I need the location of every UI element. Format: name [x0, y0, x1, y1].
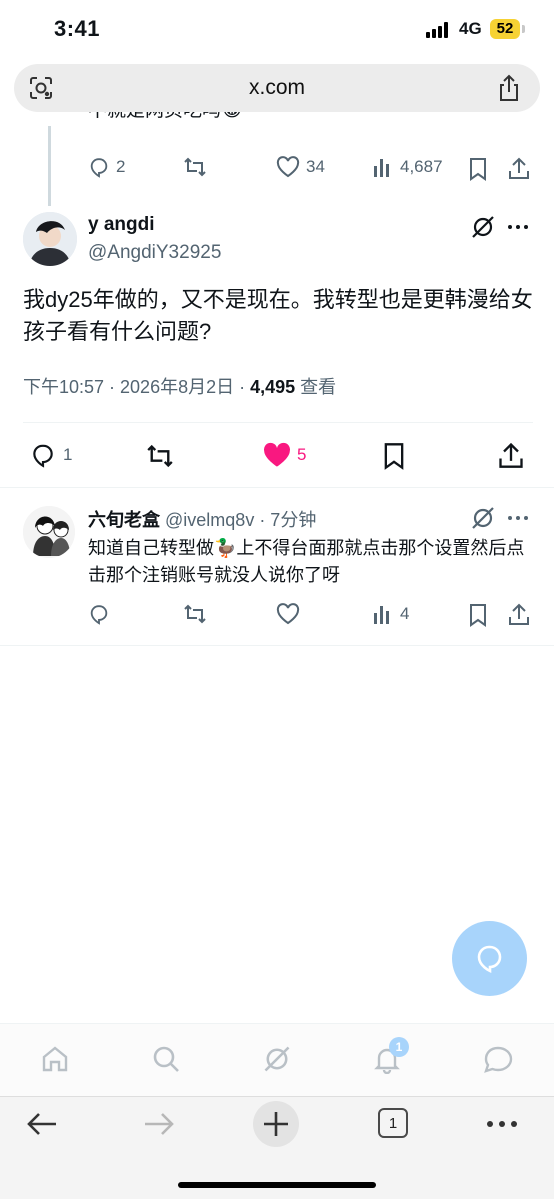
author-name[interactable]: y angdi — [88, 214, 155, 236]
network-type: 4G — [459, 19, 482, 38]
reply-icon[interactable] — [88, 603, 110, 625]
tweet-meta: 下午10:57 · 2026年8月2日 · 4,495 查看 — [23, 373, 336, 399]
avatar[interactable] — [23, 506, 75, 558]
compose-reply-button[interactable] — [452, 921, 527, 996]
retweet-icon[interactable] — [183, 603, 207, 625]
views-icon — [372, 603, 394, 625]
prev-like-count: 34 — [306, 157, 325, 176]
share-icon[interactable] — [496, 74, 522, 102]
more-icon[interactable] — [506, 215, 530, 239]
messages-icon[interactable] — [482, 1044, 514, 1074]
forward-arrow-icon[interactable] — [143, 1111, 175, 1137]
search-icon[interactable] — [151, 1044, 181, 1074]
prev-views-count: 4,687 — [400, 157, 443, 176]
share-icon[interactable] — [508, 602, 530, 626]
prev-like-button[interactable]: 34 — [276, 156, 325, 178]
home-icon[interactable] — [40, 1044, 70, 1074]
tweet-text: 我dy25年做的，又不是现在。我转型也是更韩漫给女孩子看有什么问题? — [23, 287, 533, 344]
like-count: 5 — [297, 445, 307, 464]
heart-icon — [276, 156, 300, 178]
prev-retweet-button[interactable] — [183, 156, 207, 178]
tweet-views-count: 4,495 — [250, 377, 296, 397]
reply-views-button[interactable]: 4 — [372, 603, 409, 625]
reply-icon — [88, 156, 110, 178]
prev-tweet-text[interactable]: 不就是网页吃吗😂 — [88, 112, 243, 136]
status-time: 3:41 — [54, 16, 101, 41]
prev-views-button[interactable]: 4,687 — [372, 156, 443, 178]
bookmark-icon[interactable] — [382, 442, 406, 470]
divider — [0, 645, 554, 646]
tweet-time[interactable]: 下午10:57 · 2026年8月2日 · — [23, 377, 250, 397]
reply-count: 1 — [63, 445, 73, 464]
reply-text: 知道自己转型做🦆上不得台面那就点击那个设置然后点击那个注销账号就没人说你了呀 — [88, 538, 525, 585]
address-url[interactable]: x.com — [0, 76, 554, 100]
more-icon[interactable] — [506, 506, 530, 530]
divider — [23, 422, 533, 423]
bookmark-icon[interactable] — [468, 603, 488, 627]
notification-badge: 1 — [389, 1037, 409, 1057]
reply-author-handle[interactable]: @ivelmq8v — [165, 510, 254, 530]
divider — [0, 487, 554, 488]
back-arrow-icon[interactable] — [26, 1111, 58, 1137]
battery-indicator: 52 — [490, 19, 520, 39]
share-icon[interactable] — [508, 156, 530, 180]
grok-icon[interactable] — [470, 214, 496, 240]
reply-author-name[interactable]: 六旬老盒 — [88, 510, 160, 530]
heart-icon[interactable] — [276, 603, 300, 625]
reply-views-count: 4 — [400, 604, 410, 623]
share-icon[interactable] — [498, 441, 524, 469]
new-tab-button[interactable] — [253, 1101, 299, 1147]
prev-reply-button[interactable]: 2 — [88, 156, 125, 178]
tabs-button[interactable]: 1 — [378, 1108, 408, 1138]
reply-header: 六旬老盒 @ivelmq8v · 7分钟 — [88, 506, 316, 532]
views-icon — [372, 156, 394, 178]
tweet-views-label: 查看 — [295, 377, 337, 397]
like-button[interactable]: 5 — [263, 442, 306, 468]
prev-reply-count: 2 — [116, 157, 126, 176]
retweet-icon — [183, 156, 207, 178]
home-indicator — [178, 1182, 376, 1188]
battery-tip — [522, 25, 525, 33]
bookmark-icon[interactable] — [468, 157, 488, 181]
thread-line — [48, 126, 51, 206]
signal-icon — [426, 22, 452, 38]
grok-icon[interactable] — [262, 1044, 292, 1074]
reply-icon — [29, 442, 57, 468]
reply-time[interactable]: · 7分钟 — [254, 510, 316, 530]
retweet-icon[interactable] — [145, 443, 175, 469]
avatar[interactable] — [23, 212, 77, 266]
heart-filled-icon — [263, 442, 291, 468]
reply-button[interactable]: 1 — [29, 442, 72, 468]
author-handle[interactable]: @AngdiY32925 — [88, 242, 221, 264]
grok-icon[interactable] — [470, 505, 496, 531]
more-icon[interactable] — [486, 1114, 518, 1134]
prev-tweet-text-content: 不就是网页吃吗😂 — [88, 112, 243, 132]
